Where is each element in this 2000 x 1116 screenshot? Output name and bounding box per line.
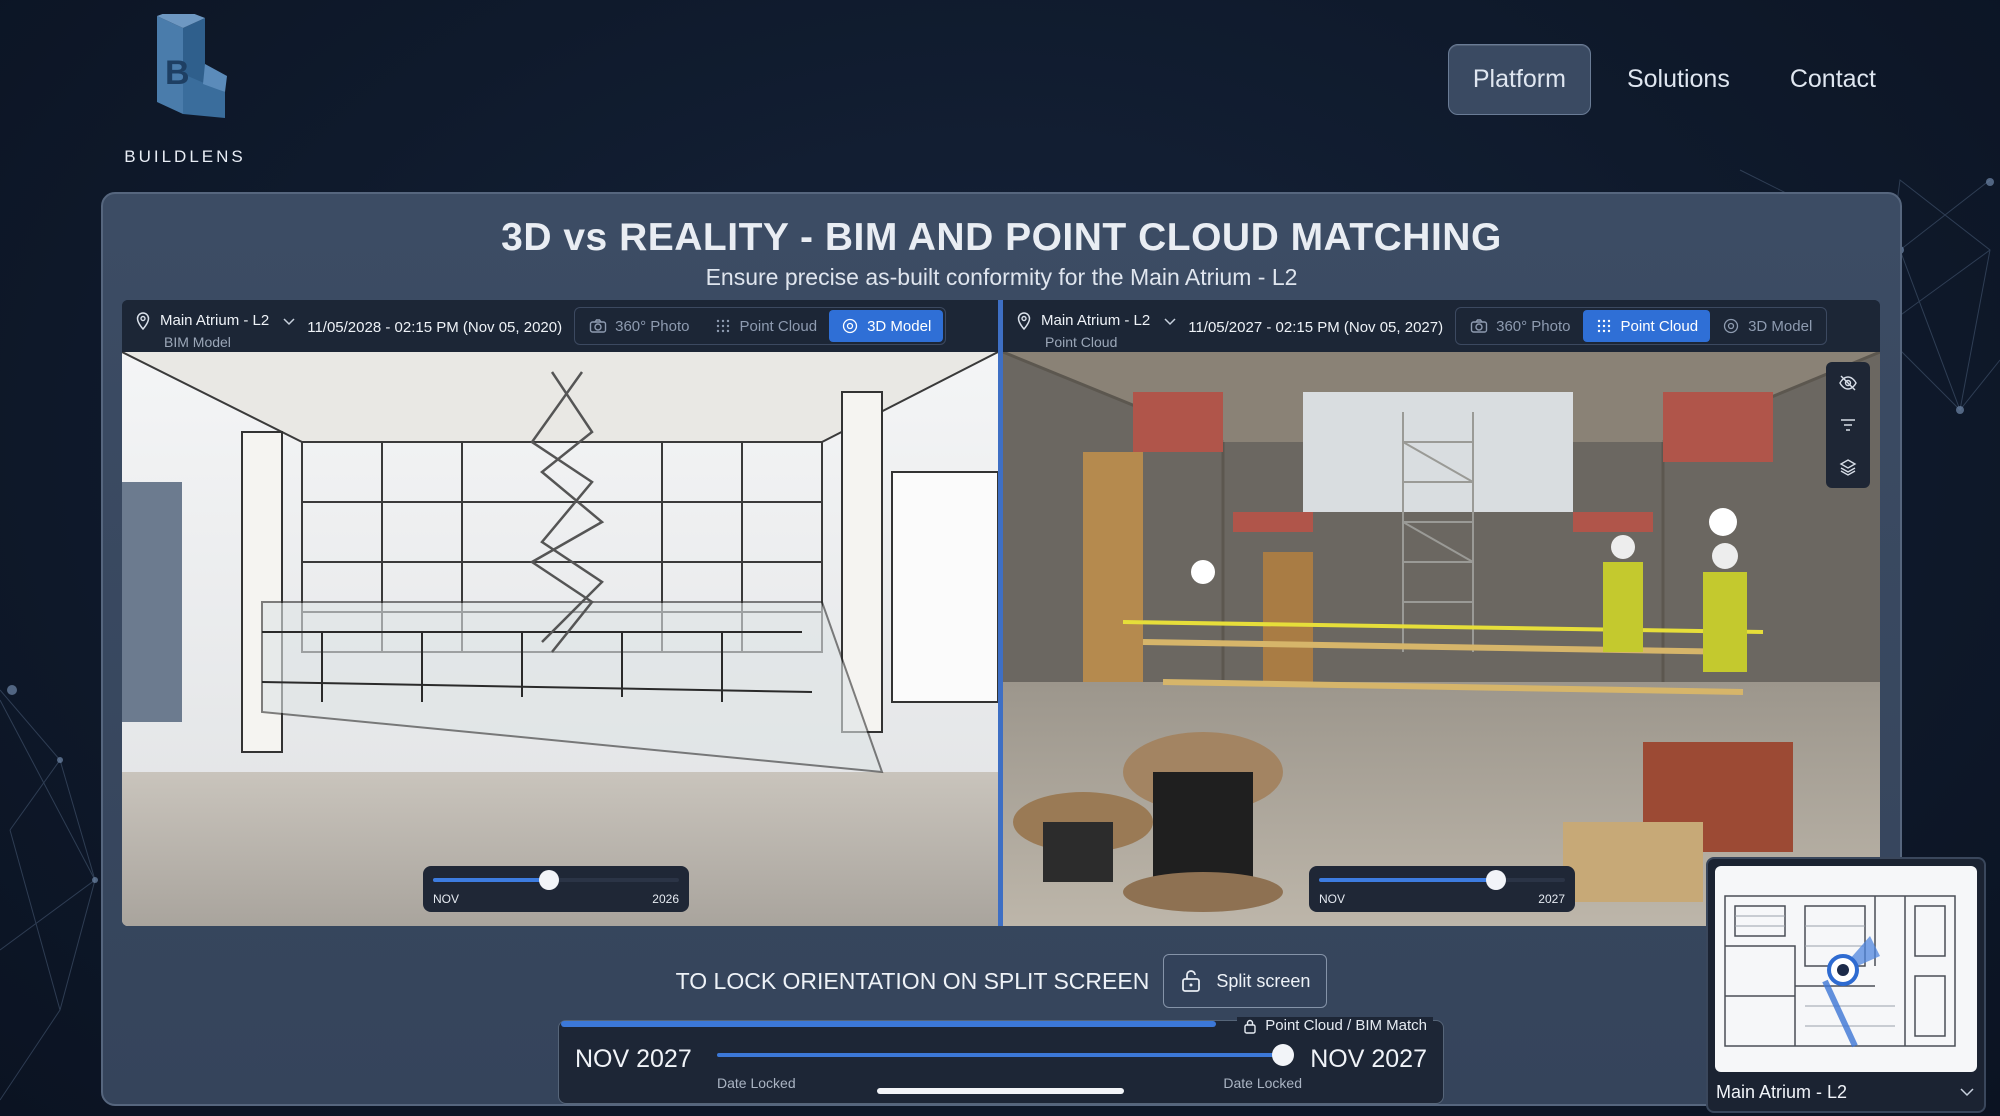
timeline-thumb[interactable] <box>1272 1044 1294 1066</box>
left-mode-model-label: 3D Model <box>867 317 932 335</box>
dots-grid-icon <box>716 319 729 333</box>
left-mode-360-label: 360° Photo <box>615 317 690 335</box>
minimap-footer[interactable]: Main Atrium - L2 <box>1716 1082 1974 1103</box>
right-mode-360-photo[interactable]: 360° Photo <box>1458 310 1582 342</box>
floor-plan-map[interactable] <box>1715 866 1977 1072</box>
right-location-name: Main Atrium - L2 <box>1041 312 1151 329</box>
bim-model-pane[interactable]: Main Atrium - L2 BIM Model 11/05/2028 - … <box>122 300 998 926</box>
left-date-slider[interactable]: NOV 2026 <box>423 866 689 912</box>
lock-open-icon <box>1182 970 1201 992</box>
right-location-selector[interactable]: Main Atrium - L2 Point Cloud <box>1017 306 1188 350</box>
left-slider-end: 2026 <box>652 892 679 906</box>
right-source-label: Point Cloud <box>1045 334 1118 350</box>
left-source-label: BIM Model <box>164 334 231 350</box>
left-slider-track <box>433 870 679 890</box>
brand-logo[interactable]: B BUILDLENS <box>120 8 250 167</box>
site-photo-render <box>1003 352 1880 926</box>
timeline-right-note: Date Locked <box>1223 1075 1302 1091</box>
nav-platform[interactable]: Platform <box>1447 44 1591 115</box>
right-slider-fill <box>1319 878 1497 882</box>
orientation-lock-row: TO LOCK ORIENTATION ON SPLIT SCREEN Spli… <box>103 954 1900 1008</box>
left-mode-switch: 360° Photo Point Cloud 3D Model <box>574 307 947 345</box>
cube-icon <box>842 318 858 334</box>
home-indicator <box>877 1088 1124 1094</box>
split-viewer: Main Atrium - L2 BIM Model 11/05/2028 - … <box>122 300 1880 926</box>
comparison-panel: 3D vs REALITY - BIM AND POINT CLOUD MATC… <box>101 192 1902 1106</box>
chevron-down-icon[interactable] <box>1960 1088 1974 1097</box>
brand-name: BUILDLENS <box>124 147 246 166</box>
timeline-left-date: NOV 2027 <box>575 1045 692 1073</box>
left-mode-360-photo[interactable]: 360° Photo <box>577 310 701 342</box>
match-badge-label: Point Cloud / BIM Match <box>1265 1017 1427 1034</box>
layers-icon[interactable] <box>1838 457 1858 477</box>
right-side-toolbar <box>1826 362 1870 488</box>
chevron-down-icon[interactable] <box>283 318 295 326</box>
left-slider-thumb[interactable] <box>538 870 559 890</box>
right-mode-switch: 360° Photo Point Cloud 3D Model <box>1455 307 1828 345</box>
right-slider-end: 2027 <box>1538 892 1565 906</box>
right-mode-3d-model[interactable]: 3D Model <box>1710 310 1824 342</box>
filter-icon[interactable] <box>1838 415 1858 435</box>
right-toolbar: Main Atrium - L2 Point Cloud 11/05/2027 … <box>1003 300 1880 352</box>
cube-icon <box>1723 318 1739 334</box>
buildlens-logo-icon: B <box>157 8 227 118</box>
left-mode-3d-model[interactable]: 3D Model <box>829 310 944 342</box>
right-slider-thumb[interactable] <box>1486 870 1507 890</box>
left-location-name: Main Atrium - L2 <box>160 312 270 329</box>
match-badge: Point Cloud / BIM Match <box>1237 1017 1433 1034</box>
camera-icon <box>589 319 607 333</box>
left-date-label[interactable]: 11/05/2028 - 02:15 PM (Nov 05, 2020) <box>307 319 562 336</box>
location-pin-icon <box>136 312 150 330</box>
location-pin-icon <box>1017 312 1031 330</box>
dots-grid-icon <box>1597 319 1610 333</box>
right-date-label[interactable]: 11/05/2027 - 02:15 PM (Nov 05, 2027) <box>1188 319 1443 336</box>
timeline-progress-bar <box>561 1021 1216 1027</box>
right-slider-track <box>1319 870 1565 890</box>
visibility-icon[interactable] <box>1838 373 1858 393</box>
chevron-down-icon[interactable] <box>1164 318 1176 326</box>
timeline-track[interactable] <box>717 1044 1294 1066</box>
left-slider-fill <box>433 878 549 882</box>
lock-orientation-label: TO LOCK ORIENTATION ON SPLIT SCREEN <box>675 967 1150 994</box>
minimap-location-label: Main Atrium - L2 <box>1716 1082 1848 1102</box>
left-mode-cloud-label: Point Cloud <box>739 317 818 335</box>
page-title: 3D vs REALITY - BIM AND POINT CLOUD MATC… <box>501 216 1502 259</box>
split-screen-label: Split screen <box>1216 970 1311 991</box>
left-mode-point-cloud[interactable]: Point Cloud <box>702 310 830 342</box>
nav-contact[interactable]: Contact <box>1766 45 1900 114</box>
camera-icon <box>1470 319 1488 333</box>
lock-icon <box>1244 1019 1256 1034</box>
left-location-selector[interactable]: Main Atrium - L2 BIM Model <box>136 306 307 350</box>
right-date-slider[interactable]: NOV 2027 <box>1309 866 1575 912</box>
split-screen-button[interactable]: Split screen <box>1163 954 1328 1008</box>
left-toolbar: Main Atrium - L2 BIM Model 11/05/2028 - … <box>122 300 998 352</box>
point-cloud-pane[interactable]: Main Atrium - L2 Point Cloud 11/05/2027 … <box>1003 300 1880 926</box>
bim-model-render <box>122 352 998 926</box>
timeline-right-date: NOV 2027 <box>1310 1045 1427 1073</box>
right-mode-360-label: 360° Photo <box>1496 317 1571 335</box>
nav-solutions[interactable]: Solutions <box>1603 45 1754 114</box>
timeline-left-note: Date Locked <box>717 1075 796 1091</box>
left-slider-start: NOV <box>433 892 460 906</box>
floor-plan-drawing <box>1724 895 1956 1048</box>
right-slider-start: NOV <box>1319 892 1346 906</box>
right-mode-point-cloud[interactable]: Point Cloud <box>1582 310 1711 342</box>
page-subtitle: Ensure precise as-built conformity for t… <box>705 264 1298 290</box>
right-mode-model-label: 3D Model <box>1748 317 1813 335</box>
top-nav: Platform Solutions Contact <box>1447 44 1900 115</box>
right-mode-cloud-label: Point Cloud <box>1620 317 1699 335</box>
floor-plan-minimap[interactable]: Main Atrium - L2 <box>1706 857 1986 1113</box>
svg-text:B: B <box>165 54 190 92</box>
